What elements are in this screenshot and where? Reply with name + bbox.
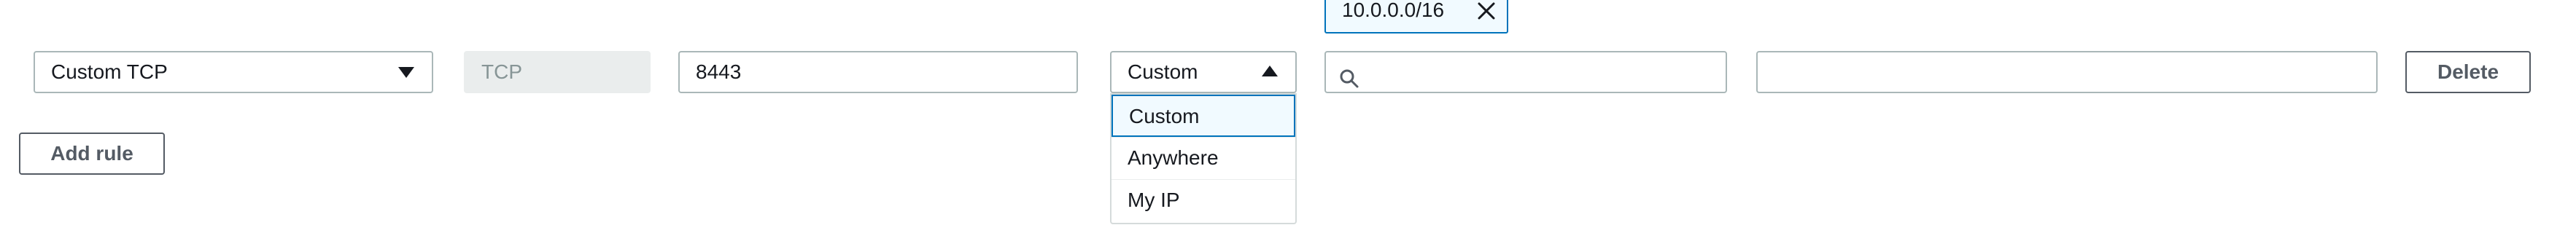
protocol-field: TCP [464,51,651,93]
type-select-value: Custom TCP [51,60,168,83]
description-input[interactable] [1756,51,2378,93]
protocol-value: TCP [481,60,522,83]
port-range-input[interactable]: 8443 [678,51,1078,93]
dropdown-option-my-ip[interactable]: My IP [1112,179,1295,221]
delete-button[interactable]: Delete [2405,51,2531,93]
dropdown-option-custom[interactable]: Custom [1112,95,1295,137]
source-type-value: Custom [1128,60,1198,83]
source-type-dropdown: Custom Anywhere My IP [1110,93,1297,224]
dropdown-option-anywhere[interactable]: Anywhere [1112,137,1295,179]
close-icon[interactable] [1476,0,1497,20]
source-type-select[interactable]: Custom [1110,51,1297,93]
type-select[interactable]: Custom TCP [34,51,433,93]
add-rule-button[interactable]: Add rule [19,133,165,175]
source-search-input[interactable] [1324,51,1727,93]
caret-up-icon [1262,66,1278,76]
search-icon [1339,63,1359,88]
caret-down-icon [398,67,414,78]
source-token-label: 10.0.0.0/16 [1342,0,1445,21]
source-token: 10.0.0.0/16 [1324,0,1508,33]
port-range-value: 8443 [696,60,742,83]
